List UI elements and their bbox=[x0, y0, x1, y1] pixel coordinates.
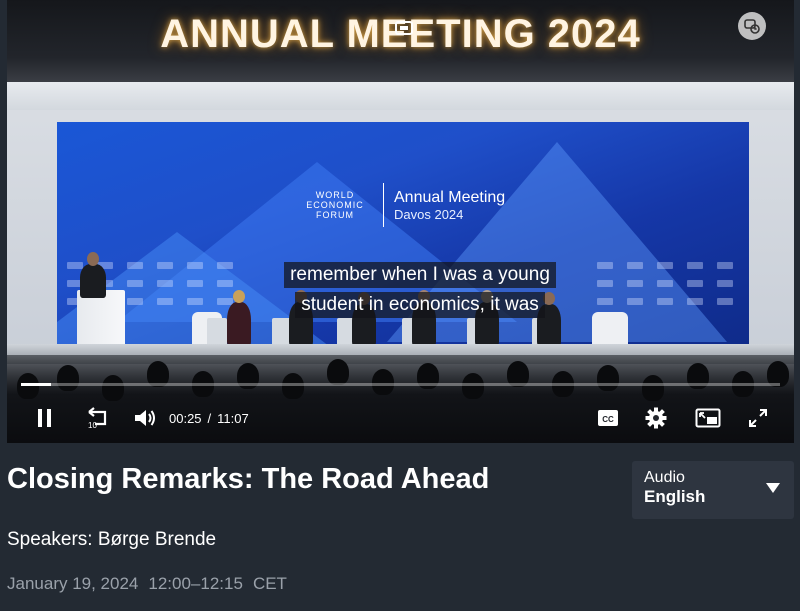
current-time: 00:25 bbox=[169, 410, 202, 426]
audio-language-select[interactable]: Audio English bbox=[632, 461, 794, 519]
speaker-figure bbox=[80, 264, 106, 298]
subtitle-line: remember when I was a young bbox=[284, 262, 556, 288]
chevron-down-icon bbox=[766, 483, 780, 493]
rewind-10-button[interactable]: 10 bbox=[81, 398, 115, 438]
pause-icon bbox=[38, 409, 51, 427]
player-controls: 10 00:25 / 11:07 CC bbox=[7, 398, 794, 438]
subtitle-overlay: remember when I was a young student in e… bbox=[247, 262, 593, 318]
wef-logo-text: WORLD ECONOMIC FORUM bbox=[306, 190, 364, 220]
event-logo: WORLD ECONOMIC FORUM Annual Meeting Davo… bbox=[297, 182, 537, 228]
seek-bar-progress bbox=[21, 383, 52, 386]
captions-button[interactable]: CC bbox=[595, 398, 621, 438]
collaboration-button[interactable] bbox=[738, 12, 766, 40]
captions-icon: CC bbox=[598, 410, 618, 426]
speakers-line: Speakers: Børge Brende bbox=[7, 529, 217, 550]
video-player[interactable]: ANNUAL MEETING 2024 WORLD ECONOMIC FORUM… bbox=[7, 0, 794, 443]
collaboration-icon bbox=[744, 19, 760, 34]
session-title: Closing Remarks: The Road Ahead bbox=[7, 463, 490, 495]
stage-backdrop-top bbox=[7, 82, 794, 110]
seek-bar[interactable] bbox=[21, 383, 780, 386]
volume-button[interactable] bbox=[131, 398, 159, 438]
duration: 11:07 bbox=[217, 410, 249, 426]
audio-select-value: English bbox=[644, 487, 706, 506]
subtitle-line: student in economics, it was bbox=[295, 292, 545, 318]
pause-button[interactable] bbox=[31, 398, 59, 438]
session-timezone: CET bbox=[252, 574, 287, 593]
gear-icon bbox=[645, 407, 667, 429]
picture-in-picture-button[interactable] bbox=[693, 398, 723, 438]
time-separator: / bbox=[207, 410, 212, 426]
settings-button[interactable] bbox=[643, 398, 669, 438]
logo-divider bbox=[383, 183, 384, 227]
fullscreen-button[interactable] bbox=[745, 398, 771, 438]
session-time: 12:00–12:15 bbox=[148, 574, 243, 593]
logo-strip-right bbox=[597, 262, 747, 310]
picture-in-picture-icon bbox=[695, 408, 721, 428]
event-name: Annual Meeting Davos 2024 bbox=[394, 188, 506, 222]
svg-text:10: 10 bbox=[88, 421, 97, 430]
session-datetime: January 19, 2024 12:00–12:15 CET bbox=[7, 574, 287, 594]
cast-indicator-icon bbox=[395, 21, 413, 35]
svg-text:CC: CC bbox=[602, 415, 614, 424]
time-display: 00:25 / 11:07 bbox=[169, 398, 249, 438]
session-date: January 19, 2024 bbox=[7, 574, 139, 593]
fullscreen-icon bbox=[749, 409, 767, 427]
audio-select-label: Audio bbox=[644, 469, 685, 486]
rewind-10-icon: 10 bbox=[88, 407, 107, 430]
volume-icon bbox=[135, 410, 155, 426]
